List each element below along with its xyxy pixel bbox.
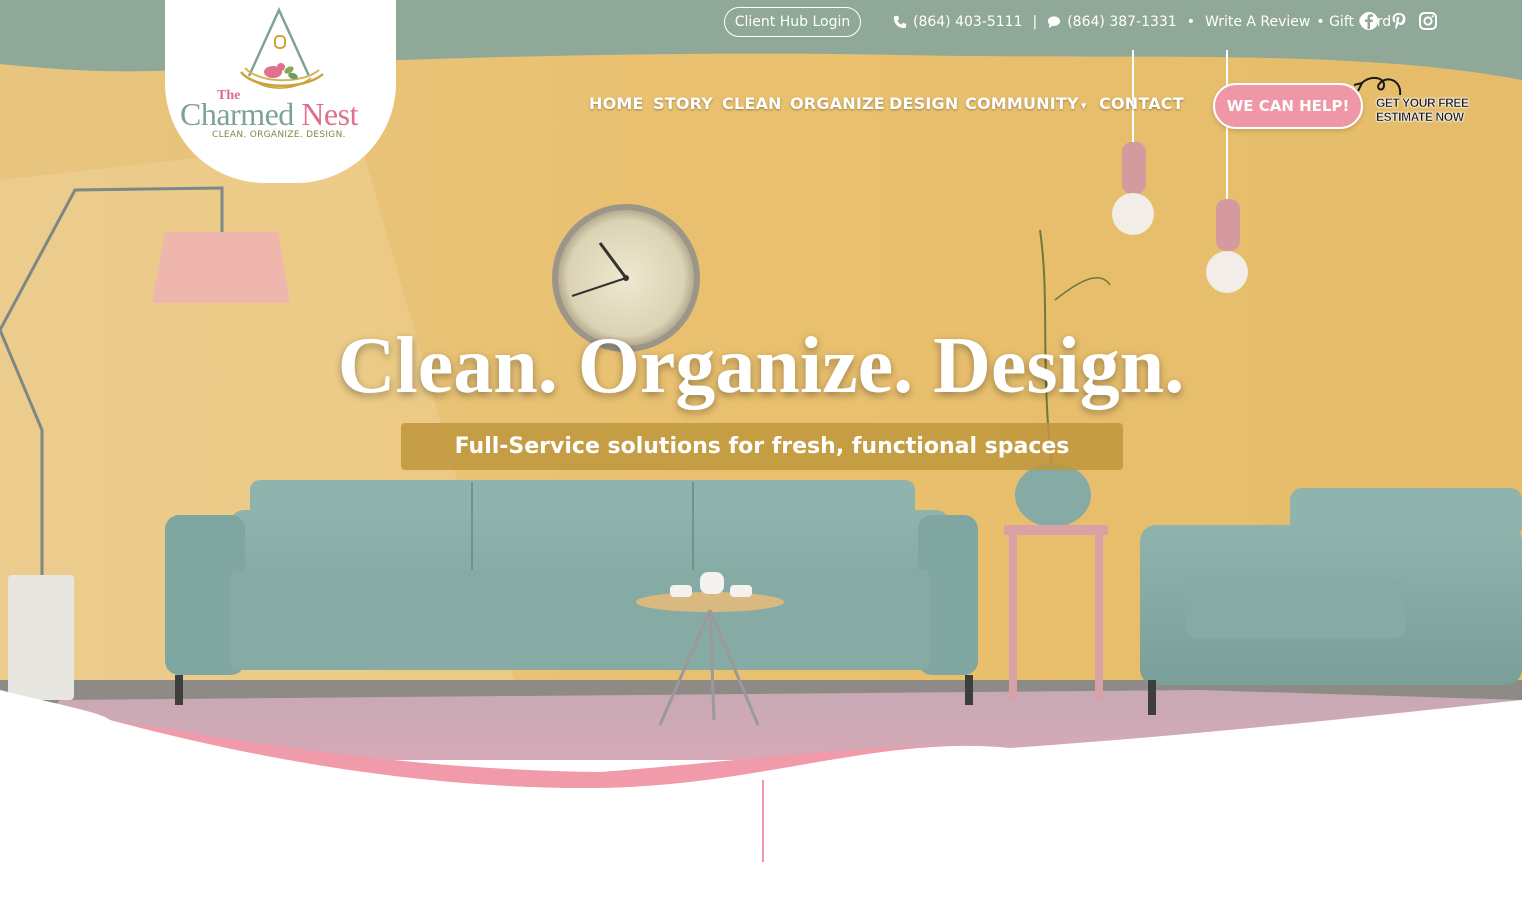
phone-number-primary[interactable]: (864) 403-5111: [913, 14, 1023, 30]
phone-divider: |: [1032, 14, 1038, 30]
client-hub-login-button[interactable]: Client Hub Login: [724, 7, 861, 37]
nav-item-home[interactable]: HOME: [589, 94, 644, 113]
nav-item-community-label: COMMUNITY: [965, 94, 1079, 113]
we-can-help-button[interactable]: WE CAN HELP!: [1213, 83, 1363, 129]
logo-badge[interactable]: [165, 0, 396, 183]
hero-subline-banner: Full-Service solutions for fresh, functi…: [401, 423, 1123, 470]
logo-wordmark[interactable]: Charmed Nest: [180, 96, 358, 133]
hero-headline: Clean. Organize. Design.: [337, 322, 1185, 410]
nav-item-community[interactable]: COMMUNITY ▾: [965, 94, 1087, 113]
chat-bubble-icon: [1048, 16, 1061, 29]
free-estimate-note[interactable]: GET YOUR FREE ESTIMATE NOW: [1376, 96, 1469, 124]
nav-item-contact[interactable]: CONTACT: [1099, 94, 1184, 113]
estimate-line-2: ESTIMATE NOW: [1376, 110, 1464, 124]
nav-item-design[interactable]: DESIGN: [889, 94, 958, 113]
logo-wordmark-part1: Charmed: [180, 96, 294, 132]
logo-wordmark-part2: Nest: [301, 96, 358, 132]
bullet-separator: •: [1186, 14, 1195, 30]
facebook-icon[interactable]: [1359, 11, 1379, 31]
instagram-icon[interactable]: [1418, 11, 1438, 31]
nav-item-clean[interactable]: CLEAN: [722, 94, 782, 113]
gift-card-link[interactable]: • Gift Card: [1316, 14, 1391, 30]
phone-number-text[interactable]: (864) 387-1331: [1067, 14, 1177, 30]
write-review-link[interactable]: Write A Review: [1205, 14, 1310, 30]
logo-tagline: CLEAN. ORGANIZE. DESIGN.: [212, 130, 346, 140]
divider-line: [762, 780, 764, 862]
nest-house-logo-icon: [240, 6, 324, 89]
chevron-down-icon: ▾: [1080, 99, 1087, 112]
phone-icon: [893, 15, 907, 29]
nav-item-organize[interactable]: ORGANIZE: [790, 94, 885, 113]
contact-row: (864) 403-5111 | (864) 387-1331 • Write …: [893, 12, 1391, 32]
nav-item-story[interactable]: STORY: [653, 94, 713, 113]
pinterest-icon[interactable]: [1389, 11, 1409, 31]
estimate-line-1: GET YOUR FREE: [1376, 96, 1469, 110]
